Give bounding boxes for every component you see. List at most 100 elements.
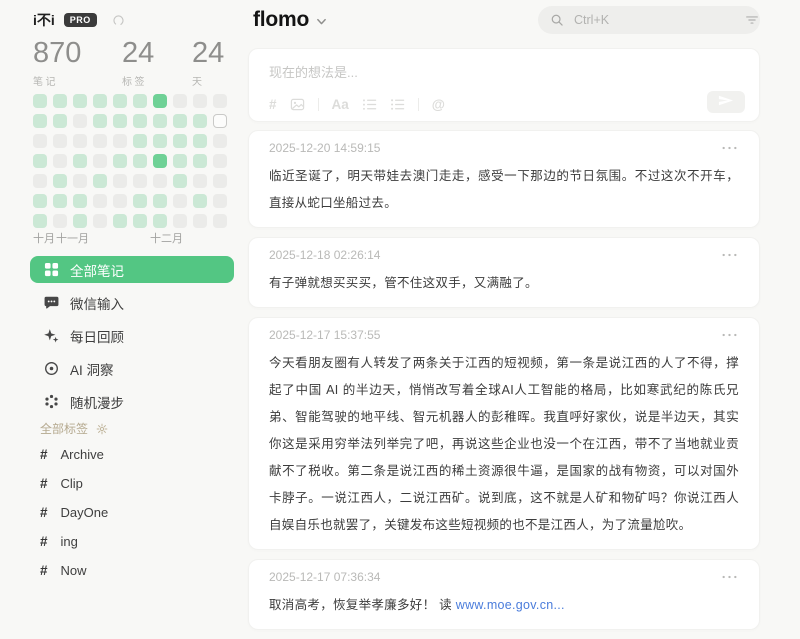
heatmap-cell[interactable] (53, 174, 67, 188)
heatmap-cell[interactable] (213, 194, 227, 208)
heatmap-cell[interactable] (133, 94, 147, 108)
heatmap-cell[interactable] (193, 114, 207, 128)
search-bar[interactable] (538, 6, 760, 34)
note-input[interactable]: 现在的想法是... (269, 62, 729, 81)
heatmap-cell[interactable] (213, 214, 227, 228)
more-icon[interactable] (720, 144, 739, 152)
heatmap-cell[interactable] (173, 154, 187, 168)
heatmap-cell[interactable] (93, 214, 107, 228)
heatmap-cell[interactable] (53, 114, 67, 128)
search-input[interactable] (572, 12, 737, 28)
more-icon[interactable] (720, 573, 739, 581)
heatmap-cell[interactable] (153, 214, 167, 228)
heatmap-cell[interactable] (193, 154, 207, 168)
heatmap-cell[interactable] (93, 114, 107, 128)
heatmap-cell[interactable] (173, 114, 187, 128)
heatmap-cell[interactable] (213, 154, 227, 168)
heatmap-cell[interactable] (33, 194, 47, 208)
sidebar-item-ai-insight[interactable]: AI 洞察 (30, 355, 234, 382)
heatmap-cell[interactable] (213, 134, 227, 148)
heatmap-cell[interactable] (113, 194, 127, 208)
hash-icon[interactable]: # (269, 98, 277, 112)
heatmap-cell[interactable] (133, 194, 147, 208)
heatmap-cell[interactable] (173, 194, 187, 208)
heatmap-cell[interactable] (73, 154, 87, 168)
heatmap-cell[interactable] (173, 214, 187, 228)
heatmap-cell[interactable] (73, 134, 87, 148)
heatmap-cell[interactable] (33, 114, 47, 128)
heatmap-cell[interactable] (113, 94, 127, 108)
heatmap-cell[interactable] (133, 154, 147, 168)
sidebar-item-daily-review[interactable]: 每日回顾 (30, 322, 234, 349)
heatmap-cell[interactable] (133, 114, 147, 128)
heatmap-cell[interactable] (93, 194, 107, 208)
heatmap-cell[interactable] (173, 174, 187, 188)
heatmap-cell[interactable] (153, 94, 167, 108)
heatmap-cell[interactable] (173, 94, 187, 108)
text-style-icon[interactable]: Aa (332, 98, 349, 112)
heatmap-cell[interactable] (33, 214, 47, 228)
heatmap-cell[interactable] (153, 174, 167, 188)
heatmap-cell[interactable] (213, 94, 227, 108)
heatmap-cell[interactable] (93, 94, 107, 108)
sidebar-item-all-memos[interactable]: 全部笔记 (30, 256, 234, 283)
heatmap-cell[interactable] (53, 134, 67, 148)
heatmap-cell[interactable] (73, 214, 87, 228)
chevron-down-icon[interactable] (316, 16, 327, 27)
heatmap-cell[interactable] (193, 194, 207, 208)
heatmap-cell[interactable] (33, 154, 47, 168)
heatmap-cell[interactable] (153, 154, 167, 168)
filter-icon[interactable] (745, 13, 759, 27)
heatmap-cell[interactable] (173, 134, 187, 148)
heatmap-cell[interactable] (193, 174, 207, 188)
heatmap-cell[interactable] (133, 214, 147, 228)
heatmap-cell[interactable] (33, 174, 47, 188)
heatmap-cell[interactable] (73, 94, 87, 108)
more-icon[interactable] (720, 251, 739, 259)
heatmap-cell[interactable] (113, 214, 127, 228)
heatmap-cell[interactable] (53, 214, 67, 228)
heatmap-cell[interactable] (73, 174, 87, 188)
heatmap-cell[interactable] (113, 134, 127, 148)
heatmap-cell[interactable] (53, 94, 67, 108)
heatmap-cell[interactable] (153, 194, 167, 208)
bullet-list-icon[interactable] (390, 97, 405, 112)
sidebar-item-random-walk[interactable]: 随机漫步 (30, 388, 234, 415)
note-link[interactable]: www.moe.gov.cn... (456, 598, 565, 612)
more-icon[interactable] (720, 331, 739, 339)
heatmap-cell[interactable] (93, 134, 107, 148)
flomo-logo[interactable]: flomo (253, 8, 309, 32)
heatmap-cell[interactable] (73, 194, 87, 208)
heatmap-cell[interactable] (93, 174, 107, 188)
tag-item[interactable]: #Clip (40, 469, 108, 498)
send-button[interactable] (707, 91, 745, 113)
heatmap-cell[interactable] (213, 174, 227, 188)
heatmap-cell[interactable] (213, 114, 227, 128)
mention-icon[interactable]: @ (432, 98, 445, 112)
sun-icon[interactable] (96, 423, 108, 435)
tag-item[interactable]: #Archive (40, 440, 108, 469)
ordered-list-icon[interactable] (362, 97, 377, 112)
heatmap-cell[interactable] (113, 114, 127, 128)
tag-item[interactable]: #DayOne (40, 498, 108, 527)
tag-item[interactable]: #ing (40, 527, 108, 556)
heatmap-cell[interactable] (33, 94, 47, 108)
heatmap-cell[interactable] (193, 214, 207, 228)
heatmap-cell[interactable] (153, 134, 167, 148)
heatmap-cell[interactable] (33, 134, 47, 148)
logo-row[interactable]: flomo (253, 8, 327, 32)
sidebar-item-wechat-input[interactable]: 微信输入 (30, 289, 234, 316)
heatmap-cell[interactable] (113, 174, 127, 188)
heatmap-cell[interactable] (113, 154, 127, 168)
heatmap-cell[interactable] (53, 194, 67, 208)
heatmap-cell[interactable] (193, 134, 207, 148)
heatmap-cell[interactable] (153, 114, 167, 128)
heatmap-cell[interactable] (93, 154, 107, 168)
sync-icon[interactable] (112, 14, 125, 27)
pro-badge[interactable]: PRO (64, 13, 97, 27)
heatmap-cell[interactable] (53, 154, 67, 168)
heatmap-cell[interactable] (193, 94, 207, 108)
heatmap-cell[interactable] (73, 114, 87, 128)
heatmap-cell[interactable] (133, 174, 147, 188)
heatmap-cell[interactable] (133, 134, 147, 148)
